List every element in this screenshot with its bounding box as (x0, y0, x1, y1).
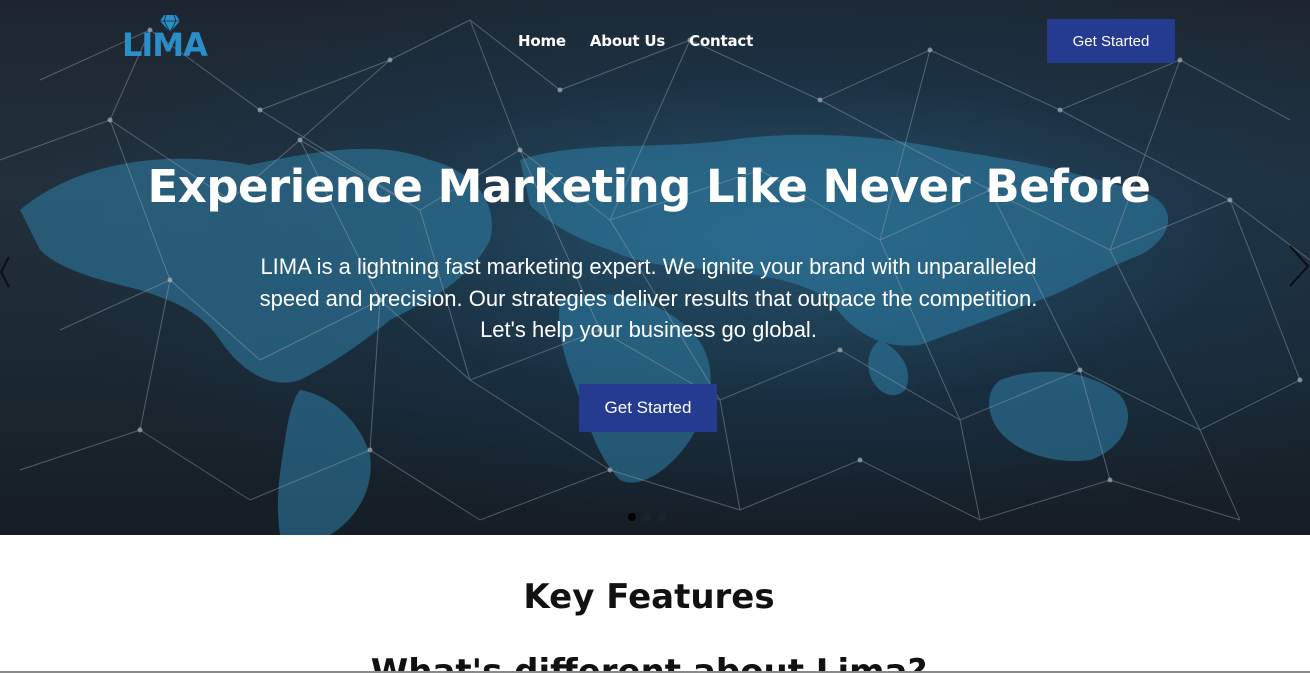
nav-contact[interactable]: Contact (689, 32, 753, 50)
header-get-started-button[interactable]: Get Started (1047, 19, 1175, 63)
main-nav: Home About Us Contact (518, 32, 753, 50)
nav-home[interactable]: Home (518, 32, 566, 50)
carousel-dot[interactable] (658, 513, 666, 521)
carousel-dot[interactable] (628, 513, 636, 521)
carousel-dot[interactable] (643, 513, 651, 521)
key-features-heading: Key Features (523, 577, 775, 617)
hero-section: LIMA lightning fast marketing Home About… (0, 0, 1310, 535)
hero-get-started-button[interactable]: Get Started (579, 384, 717, 432)
chevron-right-icon[interactable] (1288, 244, 1310, 288)
carousel-indicators (628, 513, 666, 521)
logo-tagline: lightning fast marketing (148, 61, 196, 66)
hero-description: LIMA is a lightning fast marketing exper… (259, 254, 1038, 342)
nav-about-us[interactable]: About Us (590, 32, 665, 50)
hero-title: Experience Marketing Like Never Before (147, 160, 1151, 213)
chevron-left-icon[interactable] (0, 255, 10, 289)
features-subheading: What's different about Lima? (0, 652, 1298, 671)
lima-logo[interactable]: LIMA lightning fast marketing (120, 14, 212, 68)
logo-wordmark: LIMA (122, 26, 208, 64)
